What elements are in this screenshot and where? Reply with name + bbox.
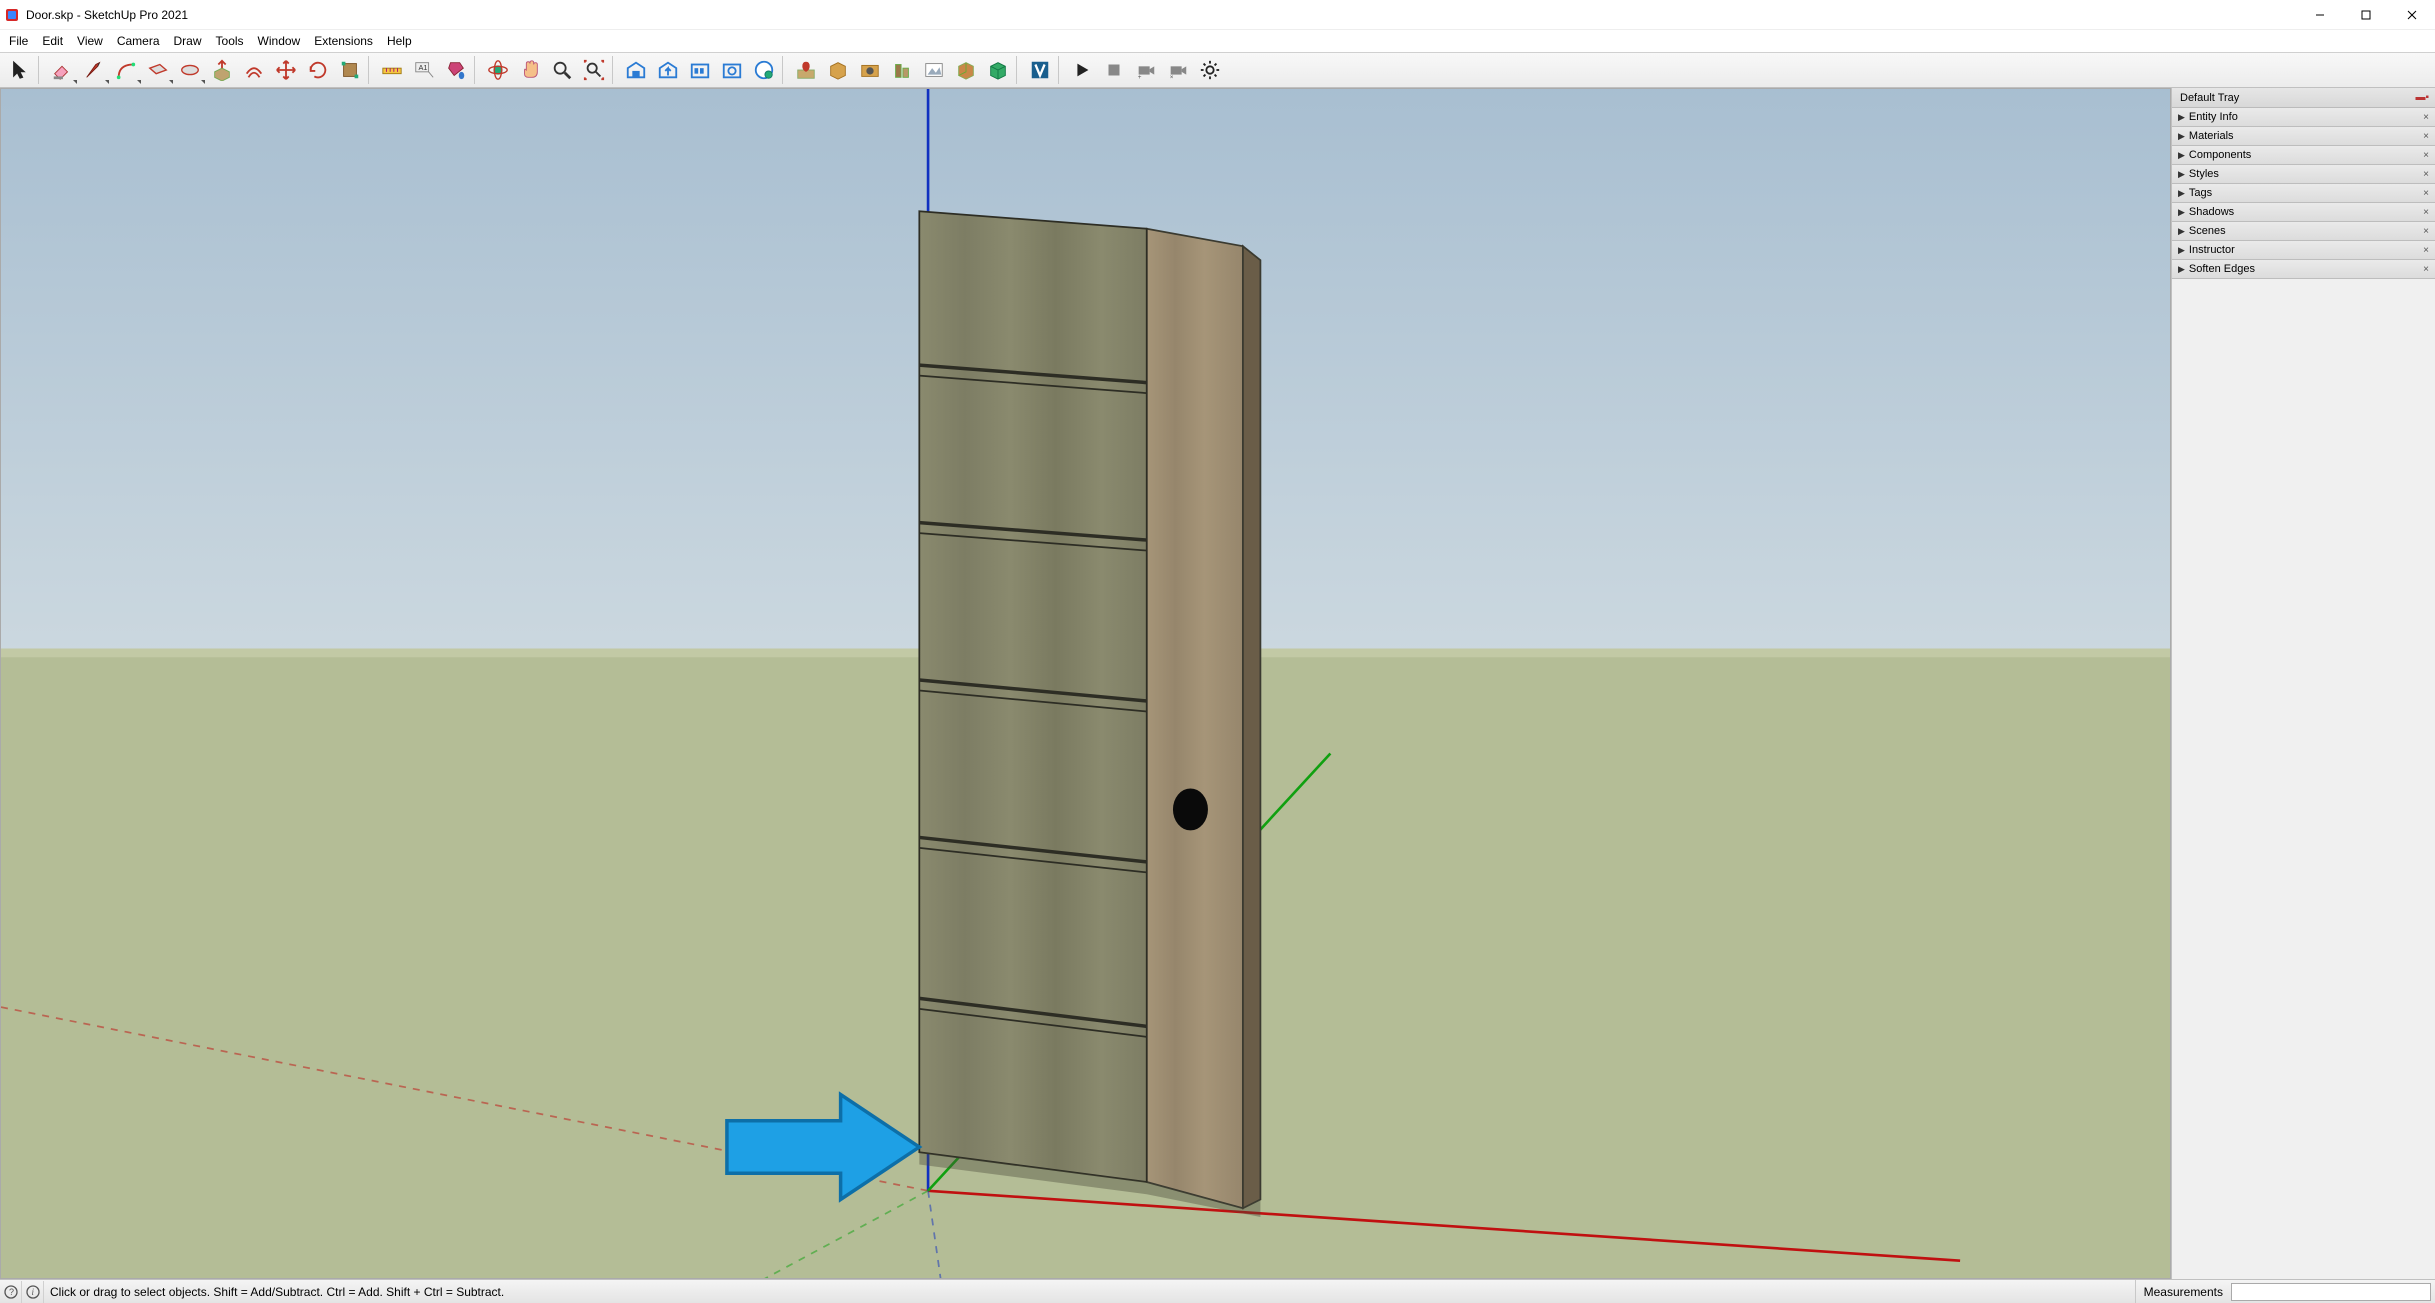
settings-tool[interactable] — [1194, 55, 1226, 85]
close-button[interactable] — [2389, 0, 2435, 30]
window-title: Door.skp - SketchUp Pro 2021 — [26, 8, 188, 22]
eraser-tool[interactable] — [46, 55, 78, 85]
help-icon[interactable]: ? — [0, 1281, 22, 1303]
line-tool[interactable] — [78, 55, 110, 85]
building-tool[interactable] — [886, 55, 918, 85]
menu-file[interactable]: File — [2, 32, 35, 50]
window-controls — [2297, 0, 2435, 30]
zoom-tool[interactable] — [546, 55, 578, 85]
tray-panel-materials[interactable]: ▶Materials× — [2172, 127, 2435, 146]
move-tool[interactable] — [270, 55, 302, 85]
tray-panel-styles[interactable]: ▶Styles× — [2172, 165, 2435, 184]
menu-window[interactable]: Window — [251, 32, 308, 50]
svg-text:?: ? — [9, 1287, 14, 1297]
menu-draw[interactable]: Draw — [167, 32, 209, 50]
close-icon[interactable]: × — [2423, 264, 2429, 275]
ext-warehouse-tool[interactable] — [684, 55, 716, 85]
workspace: Default Tray ▬▪ ▶Entity Info× ▶Materials… — [0, 88, 2435, 1279]
texture-tool[interactable] — [822, 55, 854, 85]
close-icon[interactable]: × — [2423, 188, 2429, 199]
menu-help[interactable]: Help — [380, 32, 419, 50]
maximize-button[interactable] — [2343, 0, 2389, 30]
tray-panel-entity-info[interactable]: ▶Entity Info× — [2172, 108, 2435, 127]
menu-edit[interactable]: Edit — [35, 32, 70, 50]
tape-tool[interactable] — [376, 55, 408, 85]
close-icon[interactable]: × — [2423, 112, 2429, 123]
paint-tool[interactable] — [440, 55, 472, 85]
main-toolbar: A1 + × — [0, 52, 2435, 88]
zoom-extents-tool[interactable] — [578, 55, 610, 85]
measurements-label: Measurements — [2135, 1280, 2231, 1303]
status-hint: Click or drag to select objects. Shift =… — [44, 1285, 2135, 1299]
tray-panel-soften-edges[interactable]: ▶Soften Edges× — [2172, 260, 2435, 279]
measurements-input[interactable] — [2231, 1283, 2431, 1301]
app-icon — [4, 7, 20, 23]
rotate-tool[interactable] — [302, 55, 334, 85]
play-tool[interactable] — [1066, 55, 1098, 85]
title-bar: Door.skp - SketchUp Pro 2021 — [0, 0, 2435, 30]
svg-text:i: i — [31, 1287, 34, 1297]
tray-panel-tags[interactable]: ▶Tags× — [2172, 184, 2435, 203]
warehouse-tool[interactable] — [620, 55, 652, 85]
close-icon[interactable]: × — [2423, 207, 2429, 218]
tray-pin-icon[interactable]: ▬▪ — [2415, 92, 2429, 103]
menu-bar: File Edit View Camera Draw Tools Window … — [0, 30, 2435, 52]
svg-text:+: + — [1138, 74, 1142, 81]
addloc-tool[interactable] — [790, 55, 822, 85]
preview-tool[interactable] — [918, 55, 950, 85]
warehouse-share-tool[interactable] — [652, 55, 684, 85]
ext-manager-tool[interactable] — [716, 55, 748, 85]
tray-title: Default Tray — [2180, 92, 2239, 104]
cam2-tool[interactable]: × — [1162, 55, 1194, 85]
select-tool[interactable] — [4, 55, 36, 85]
default-tray: Default Tray ▬▪ ▶Entity Info× ▶Materials… — [2171, 88, 2435, 1279]
scale-tool[interactable] — [334, 55, 366, 85]
menu-camera[interactable]: Camera — [110, 32, 167, 50]
svg-text:A1: A1 — [419, 63, 428, 72]
text-tool[interactable]: A1 — [408, 55, 440, 85]
tray-panel-scenes[interactable]: ▶Scenes× — [2172, 222, 2435, 241]
close-icon[interactable]: × — [2423, 226, 2429, 237]
tray-panel-instructor[interactable]: ▶Instructor× — [2172, 241, 2435, 260]
export-tool[interactable] — [950, 55, 982, 85]
solid-tool[interactable] — [982, 55, 1014, 85]
pan-tool[interactable] — [514, 55, 546, 85]
tray-panel-components[interactable]: ▶Components× — [2172, 146, 2435, 165]
minimize-button[interactable] — [2297, 0, 2343, 30]
stop-tool[interactable] — [1098, 55, 1130, 85]
tray-panel-shadows[interactable]: ▶Shadows× — [2172, 203, 2435, 222]
menu-extensions[interactable]: Extensions — [307, 32, 380, 50]
menu-view[interactable]: View — [70, 32, 110, 50]
status-bar: ? i Click or drag to select objects. Shi… — [0, 1279, 2435, 1303]
menu-tools[interactable]: Tools — [209, 32, 251, 50]
arc-tool[interactable] — [110, 55, 142, 85]
vray-tool[interactable] — [1024, 55, 1056, 85]
info-icon[interactable]: i — [22, 1281, 44, 1303]
offset-tool[interactable] — [238, 55, 270, 85]
cam1-tool[interactable]: + — [1130, 55, 1162, 85]
viewport-3d[interactable] — [0, 88, 2171, 1279]
layout-tool[interactable] — [748, 55, 780, 85]
close-icon[interactable]: × — [2423, 150, 2429, 161]
rectangle-tool[interactable] — [142, 55, 174, 85]
pushpull-tool[interactable] — [206, 55, 238, 85]
svg-text:×: × — [1170, 74, 1174, 81]
close-icon[interactable]: × — [2423, 131, 2429, 142]
tray-header[interactable]: Default Tray ▬▪ — [2172, 88, 2435, 108]
orbit-tool[interactable] — [482, 55, 514, 85]
circle-tool[interactable] — [174, 55, 206, 85]
close-icon[interactable]: × — [2423, 245, 2429, 256]
close-icon[interactable]: × — [2423, 169, 2429, 180]
photo-tool[interactable] — [854, 55, 886, 85]
